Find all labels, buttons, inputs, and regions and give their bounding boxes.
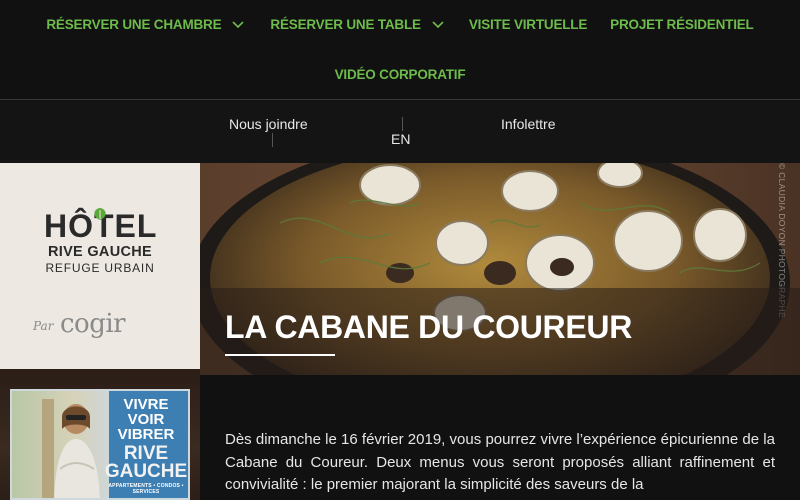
cogir-logo[interactable]: cogir — [60, 309, 126, 339]
ad-line-vibrer: VIBRER — [117, 426, 175, 443]
nav-item-book-table-label: RÉSERVER UNE TABLE — [270, 16, 421, 32]
nav-item-book-table[interactable]: RÉSERVER UNE TABLE — [270, 17, 444, 32]
logo-line-refuge-urbain: REFUGE URBAIN — [45, 261, 155, 275]
chevron-down-icon — [432, 21, 444, 29]
nav-item-residential-project[interactable]: PROJET RÉSIDENTIEL — [610, 16, 754, 32]
ad-line-gauche: GAUCHE — [104, 461, 188, 482]
logo-line-rive-gauche: RIVE GAUCHE — [47, 244, 152, 260]
logo-par-label: Par — [33, 319, 54, 333]
divider — [272, 133, 273, 147]
chevron-down-icon — [232, 21, 244, 29]
main-navigation: RÉSERVER UNE CHAMBRE RÉSERVER UNE TABLE … — [0, 0, 800, 100]
nav-item-virtual-tour[interactable]: VISITE VIRTUELLE — [468, 16, 588, 32]
intro-paragraph: Dès dimanche le 16 février 2019, vous po… — [225, 431, 775, 493]
hero-banner: © CLAUDIA DOYON PHOTOGRAPHE LA CABANE DU… — [200, 163, 800, 375]
language-switch-link[interactable]: EN — [391, 131, 410, 147]
ad-text-block: VIVRE VOIR VIBRER RIVE GAUCHE APPARTEMEN… — [104, 397, 188, 495]
ad-line-vivre: VIVRE — [123, 396, 169, 413]
leaf-icon — [94, 208, 106, 220]
nav-item-book-room-label: RÉSERVER UNE CHAMBRE — [46, 16, 222, 32]
nav-item-corporate-video[interactable]: VIDÉO CORPORATIF — [335, 67, 466, 82]
nav-item-corporate-video-label: VIDÉO CORPORATIF — [334, 66, 466, 82]
nav-item-virtual-tour-label: VISITE VIRTUELLE — [468, 16, 588, 32]
nav-item-book-room[interactable]: RÉSERVER UNE CHAMBRE — [46, 17, 245, 32]
ad-line-voir: VOIR — [127, 411, 165, 428]
hotel-logo[interactable]: HÔTEL RIVE GAUCHE REFUGE URBAIN — [44, 208, 156, 275]
utility-bar: Nous joindre EN Infolettre — [0, 101, 800, 163]
title-underline — [225, 354, 335, 356]
nav-row-secondary: VIDÉO CORPORATIF — [0, 62, 800, 86]
ad-photo-woman — [42, 399, 100, 498]
residential-ad-banner[interactable]: VIVRE VOIR VIBRER RIVE GAUCHE APPARTEMEN… — [10, 389, 190, 500]
nav-row-primary: RÉSERVER UNE CHAMBRE RÉSERVER UNE TABLE … — [0, 12, 800, 36]
newsletter-link[interactable]: Infolettre — [501, 116, 555, 132]
page-title: LA CABANE DU COUREUR — [225, 309, 633, 345]
main-content: Dès dimanche le 16 février 2019, vous po… — [200, 375, 800, 500]
ad-tagline: APPARTEMENTS • CONDOS • SERVICES — [108, 483, 184, 495]
nav-item-residential-project-label: PROJET RÉSIDENTIEL — [610, 16, 754, 32]
contact-link[interactable]: Nous joindre — [229, 116, 308, 132]
divider — [402, 117, 403, 131]
